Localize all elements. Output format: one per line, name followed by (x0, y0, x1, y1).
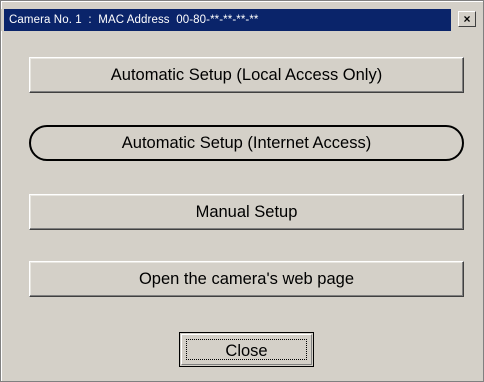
setup-dialog: Camera No. 1 : MAC Address 00-80-**-**-*… (0, 0, 484, 382)
close-button-bevel: Close (181, 334, 312, 365)
auto-setup-local-button[interactable]: Automatic Setup (Local Access Only) (29, 57, 464, 93)
close-button[interactable]: Close (179, 332, 314, 367)
auto-setup-internet-button[interactable]: Automatic Setup (Internet Access) (29, 125, 464, 161)
open-web-page-button[interactable]: Open the camera's web page (29, 261, 464, 297)
close-icon[interactable]: × (458, 11, 476, 27)
close-button-label: Close (186, 339, 307, 360)
manual-setup-button[interactable]: Manual Setup (29, 194, 464, 230)
title-bar: Camera No. 1 : MAC Address 00-80-**-**-*… (1, 9, 483, 31)
title-bar-fill: Camera No. 1 : MAC Address 00-80-**-**-*… (4, 9, 451, 31)
window-title: Camera No. 1 : MAC Address 00-80-**-**-*… (9, 14, 259, 26)
